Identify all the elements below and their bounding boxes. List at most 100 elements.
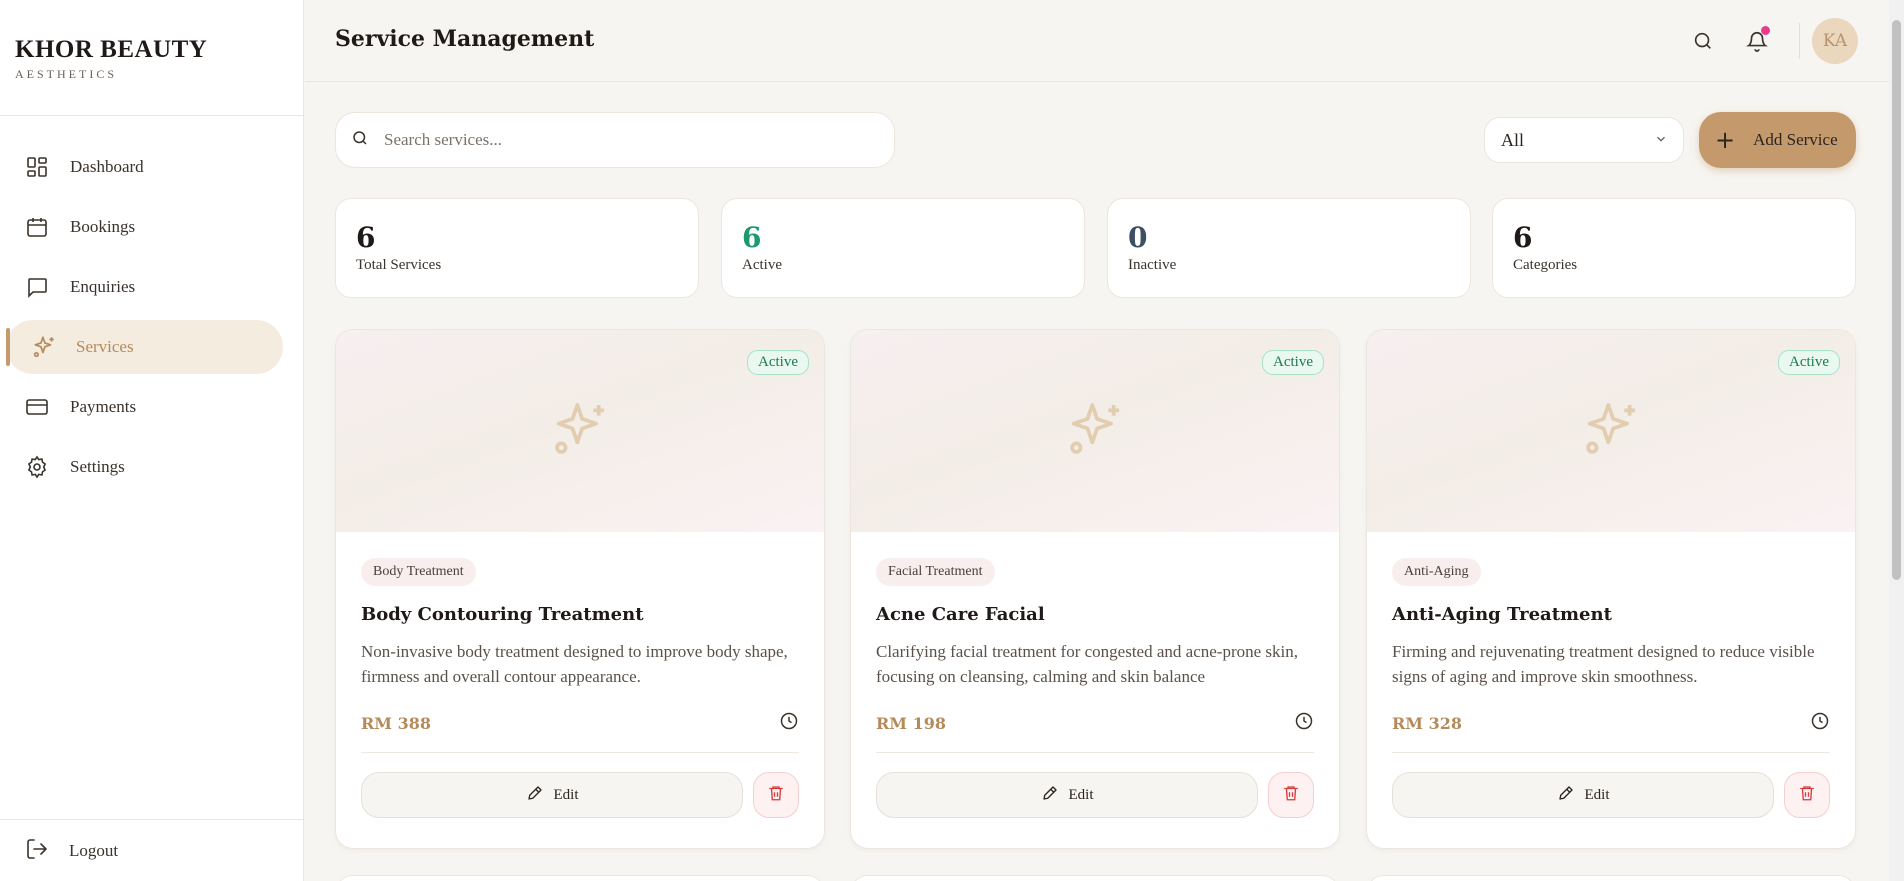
category-badge: Facial Treatment [876, 558, 995, 586]
page-title: Service Management [335, 26, 595, 52]
stat-card-categories: 6 Categories [1492, 198, 1856, 298]
sidebar-item-label: Services [76, 337, 134, 356]
sidebar-item-bookings[interactable]: Bookings [6, 200, 283, 254]
clock-icon [1810, 711, 1830, 735]
pencil-icon [526, 784, 544, 807]
service-description: Clarifying facial treatment for congeste… [876, 642, 1298, 686]
clock-icon [1294, 711, 1314, 735]
sparkles-icon [1579, 397, 1643, 465]
stat-card-inactive: 0 Inactive [1107, 198, 1471, 298]
service-description: Non-invasive body treatment designed to … [361, 642, 788, 686]
status-filter-select[interactable]: All [1484, 117, 1684, 163]
scrollbar-thumb[interactable] [1892, 20, 1901, 580]
service-description: Firming and rejuvenating treatment desig… [1392, 642, 1815, 686]
select-value: All [1501, 129, 1525, 150]
service-image-placeholder: Active [1367, 330, 1855, 532]
trash-icon [767, 784, 785, 806]
clock-icon [779, 711, 799, 735]
sidebar-nav: Dashboard Bookings Enquiries Services Pa… [0, 116, 303, 494]
sidebar-item-label: Bookings [70, 217, 136, 236]
bell-icon[interactable] [1746, 26, 1770, 52]
gear-icon [25, 455, 61, 479]
add-service-label: Add Service [1753, 130, 1838, 149]
sidebar-item-label: Payments [70, 397, 137, 416]
sparkles-icon [25, 335, 61, 359]
search-bar [335, 112, 895, 168]
service-title: Acne Care Facial [876, 604, 1045, 625]
service-price: RM 388 [361, 713, 431, 733]
search-icon[interactable] [1692, 30, 1714, 52]
search-input[interactable] [384, 130, 864, 150]
message-icon [25, 275, 61, 299]
chevron-down-icon [1654, 130, 1668, 151]
service-card: Active Anti-Aging Anti-Aging Treatment F… [1366, 329, 1856, 849]
status-badge: Active [1778, 350, 1840, 375]
sidebar-item-settings[interactable]: Settings [6, 440, 283, 494]
search-icon [351, 129, 369, 151]
calendar-icon [25, 215, 61, 239]
service-price: RM 198 [876, 713, 946, 733]
sidebar-item-label: Settings [70, 457, 125, 476]
stat-label: Active [742, 257, 782, 273]
sidebar-item-services[interactable]: Services [6, 320, 283, 374]
service-image-placeholder: Active [336, 330, 824, 532]
stat-value: 6 [1513, 221, 1533, 254]
service-price: RM 328 [1392, 713, 1462, 733]
stat-card-active: 6 Active [721, 198, 1085, 298]
brand-logo[interactable]: KHOR BEAUTY AESTHETICS [0, 0, 303, 116]
category-badge: Body Treatment [361, 558, 476, 586]
brand-subtitle: AESTHETICS [15, 67, 117, 81]
brand-name: KHOR BEAUTY [15, 36, 208, 63]
stat-label: Total Services [356, 257, 442, 273]
sidebar-item-label: Dashboard [70, 157, 144, 176]
edit-label: Edit [1068, 786, 1094, 803]
divider [1799, 23, 1800, 59]
delete-button[interactable] [1784, 772, 1830, 818]
logout-label: Logout [69, 840, 119, 860]
service-card-partial [1366, 875, 1856, 881]
status-badge: Active [747, 350, 809, 375]
service-card: Active Facial Treatment Acne Care Facial… [850, 329, 1340, 849]
stat-value: 6 [742, 221, 762, 254]
edit-label: Edit [1584, 786, 1610, 803]
edit-label: Edit [553, 786, 579, 803]
page-scrollbar[interactable] [1889, 0, 1904, 881]
sidebar-item-enquiries[interactable]: Enquiries [6, 260, 283, 314]
sparkles-icon [548, 397, 612, 465]
status-badge: Active [1262, 350, 1324, 375]
edit-button[interactable]: Edit [876, 772, 1258, 818]
pencil-icon [1041, 784, 1059, 807]
credit-card-icon [25, 395, 61, 419]
top-header: Service Management KA [305, 0, 1904, 82]
stat-label: Categories [1513, 257, 1578, 273]
grid-icon [25, 155, 61, 179]
edit-button[interactable]: Edit [361, 772, 743, 818]
sidebar-item-label: Enquiries [70, 277, 136, 296]
service-title: Anti-Aging Treatment [1392, 604, 1612, 625]
delete-button[interactable] [1268, 772, 1314, 818]
sidebar-item-dashboard[interactable]: Dashboard [6, 140, 283, 194]
sidebar-item-payments[interactable]: Payments [6, 380, 283, 434]
logout-icon [25, 837, 49, 865]
service-card-partial [850, 875, 1340, 881]
stat-value: 0 [1128, 221, 1148, 254]
trash-icon [1282, 784, 1300, 806]
category-badge: Anti-Aging [1392, 558, 1481, 586]
plus-icon: + [1715, 126, 1736, 154]
stat-label: Inactive [1128, 257, 1177, 273]
trash-icon [1798, 784, 1816, 806]
stat-card-total: 6 Total Services [335, 198, 699, 298]
add-service-button[interactable]: + Add Service [1699, 112, 1856, 168]
service-title: Body Contouring Treatment [361, 604, 644, 625]
sidebar: KHOR BEAUTY AESTHETICS Dashboard Booking… [0, 0, 304, 881]
stat-value: 6 [356, 221, 376, 254]
sparkles-icon [1063, 397, 1127, 465]
avatar[interactable]: KA [1812, 18, 1858, 64]
service-card-partial [335, 875, 825, 881]
edit-button[interactable]: Edit [1392, 772, 1774, 818]
pencil-icon [1557, 784, 1575, 807]
delete-button[interactable] [753, 772, 799, 818]
service-image-placeholder: Active [851, 330, 1339, 532]
notification-dot [1761, 26, 1770, 35]
logout-button[interactable]: Logout [0, 819, 303, 881]
